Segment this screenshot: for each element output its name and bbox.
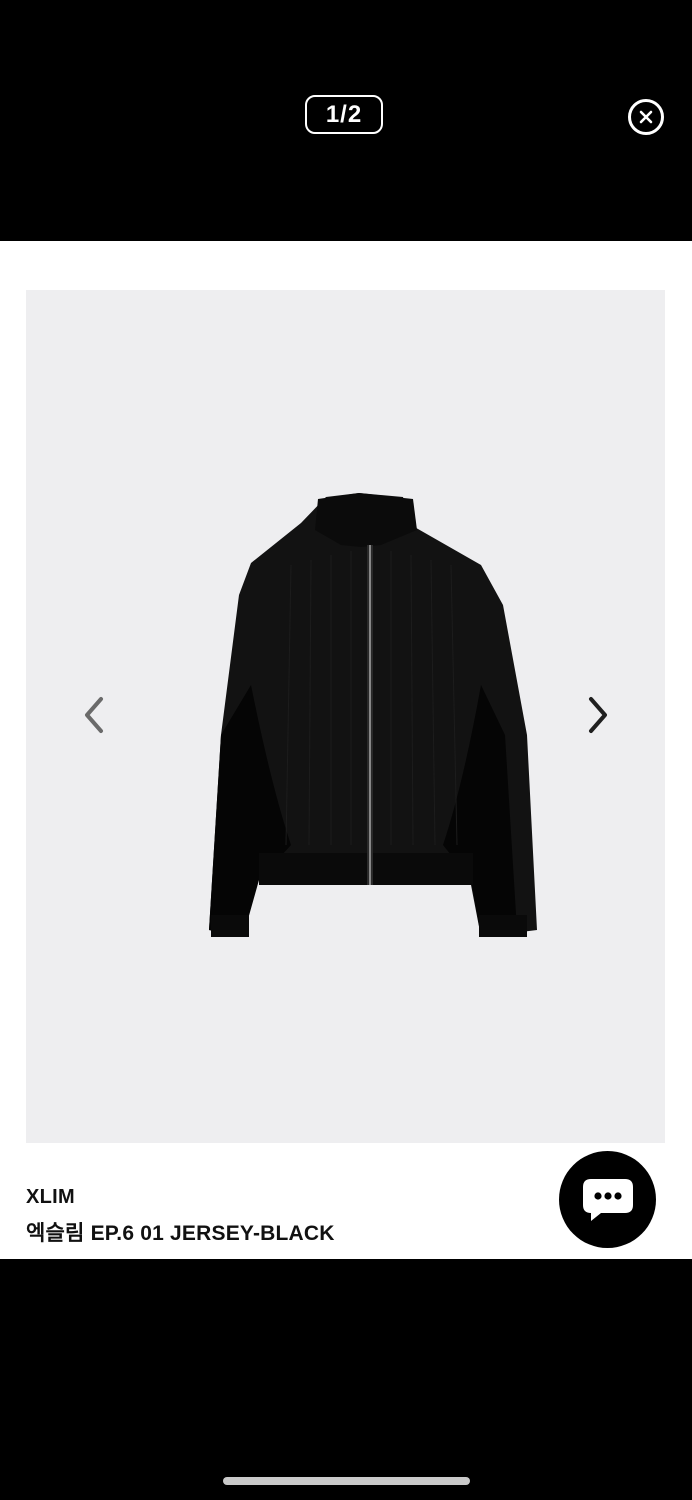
chat-bubble-icon [582, 1178, 633, 1221]
next-image-button[interactable] [578, 695, 618, 735]
product-panel: XLIM 엑슬림 EP.6 01 JERSEY-BLACK [0, 241, 692, 1259]
chat-button[interactable] [559, 1151, 656, 1248]
bottom-area [0, 1259, 692, 1500]
product-title: 엑슬림 EP.6 01 JERSEY-BLACK [26, 1222, 335, 1245]
home-indicator[interactable] [223, 1477, 470, 1485]
brand-name: XLIM [26, 1186, 75, 1208]
close-button[interactable] [628, 99, 664, 135]
prev-image-button[interactable] [74, 695, 114, 735]
product-image[interactable] [26, 290, 665, 1143]
jacket-photo [209, 493, 537, 937]
image-counter: 1/2 [305, 95, 383, 134]
viewer-header: 1/2 [0, 0, 692, 241]
chevron-right-icon [589, 697, 607, 733]
close-icon [639, 110, 653, 124]
chevron-left-icon [85, 697, 103, 733]
